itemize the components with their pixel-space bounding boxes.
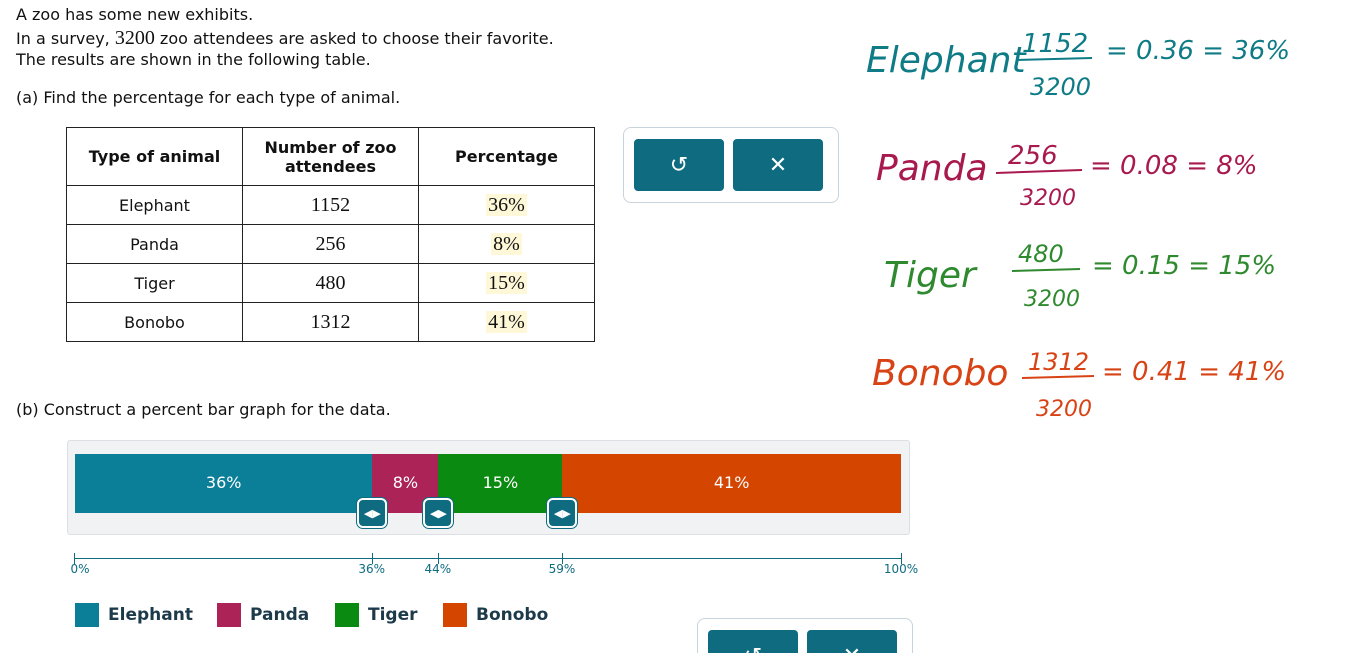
table-header-row: Type of animal Number of zoo attendees P…: [66, 127, 595, 186]
percentage-input[interactable]: 41%: [486, 310, 527, 333]
legend-item-bonobo: Bonobo: [443, 603, 548, 627]
table-row: Panda 256 8%: [66, 224, 595, 264]
problem-line-2-pre: In a survey,: [16, 29, 115, 48]
percentage-input[interactable]: 36%: [486, 193, 527, 216]
problem-line-3: The results are shown in the following t…: [16, 50, 371, 69]
legend-swatch: [335, 603, 359, 627]
problem-line-2: In a survey, 3200 zoo attendees are aske…: [16, 27, 554, 50]
axis-tick-label: 0%: [70, 562, 90, 576]
undo-icon: ↺: [744, 644, 762, 653]
hw-panda: Panda 256 3200 = 0.08 = 8%: [876, 141, 1258, 211]
hw-tiger-num: 480: [1018, 240, 1064, 268]
divider-drag-handle[interactable]: ◀▶: [547, 498, 578, 528]
header-animal: Type of animal: [66, 127, 243, 186]
percent-bar-graph: 36% 8% 15% 41% ◀▶ ◀▶ ◀▶: [67, 440, 910, 535]
cell-animal: Elephant: [66, 185, 243, 225]
cell-percentage[interactable]: 41%: [418, 302, 595, 342]
cell-percentage[interactable]: 36%: [418, 185, 595, 225]
header-percentage: Percentage: [418, 127, 595, 186]
cell-count: 256: [242, 224, 419, 264]
graph-undo-button[interactable]: ↺: [708, 630, 798, 653]
problem-line-1: A zoo has some new exhibits.: [16, 5, 254, 24]
part-a-prompt: (a) Find the percentage for each type of…: [16, 88, 401, 107]
legend-item-panda: Panda: [217, 603, 309, 627]
divider-drag-handle[interactable]: ◀▶: [357, 498, 388, 528]
part-b-prompt: (b) Construct a percent bar graph for th…: [16, 400, 391, 419]
hw-elephant-den: 3200: [1030, 73, 1091, 101]
hw-panda-den: 3200: [1020, 186, 1076, 211]
bar-segment-elephant: 36%: [75, 454, 373, 513]
legend-label: Tiger: [368, 605, 418, 625]
legend-swatch: [443, 603, 467, 627]
hw-bonobo: Bonobo 1312 3200 = 0.41 = 41%: [872, 348, 1286, 422]
legend-label: Panda: [250, 605, 310, 625]
answer-toolbox: ↺ ✕: [623, 127, 839, 203]
hw-elephant-label: Elephant: [866, 40, 1027, 81]
survey-count: 3200: [114, 27, 155, 49]
percentage-input[interactable]: 15%: [486, 271, 527, 294]
hw-bonobo-label: Bonobo: [872, 353, 1008, 394]
bar-segment-bonobo: 41%: [562, 454, 901, 513]
divider-drag-handle[interactable]: ◀▶: [423, 498, 454, 528]
zoo-table: Type of animal Number of zoo attendees P…: [66, 127, 595, 342]
legend-label: Elephant: [108, 605, 193, 625]
cell-count: 480: [242, 263, 419, 303]
legend-label: Bonobo: [476, 605, 549, 625]
legend-item-tiger: Tiger: [335, 603, 418, 627]
legend-item-elephant: Elephant: [75, 603, 193, 627]
cell-animal: Panda: [66, 224, 243, 264]
hw-bonobo-den: 3200: [1036, 397, 1092, 422]
table-row: Elephant 1152 36%: [66, 185, 595, 225]
axis-tick-label: 100%: [883, 562, 919, 576]
hw-panda-result: = 0.08 = 8%: [1090, 151, 1258, 181]
hw-tiger-label: Tiger: [884, 255, 978, 296]
undo-button[interactable]: ↺: [634, 139, 724, 191]
axis-tick-label: 59%: [548, 562, 576, 576]
hw-elephant-result: = 0.36 = 36%: [1106, 36, 1290, 66]
problem-line-2-post: zoo attendees are asked to choose their …: [154, 29, 554, 48]
hw-tiger: Tiger 480 3200 = 0.15 = 15%: [884, 240, 1276, 312]
bar-segment-tiger: 15%: [438, 454, 563, 513]
cell-count: 1312: [242, 302, 419, 342]
hw-tiger-result: = 0.15 = 15%: [1092, 251, 1276, 281]
legend-swatch: [75, 603, 99, 627]
table-row: Tiger 480 15%: [66, 263, 595, 303]
cell-percentage[interactable]: 15%: [418, 263, 595, 303]
cell-animal: Tiger: [66, 263, 243, 303]
clear-button[interactable]: ✕: [733, 139, 823, 191]
cell-count: 1152: [242, 185, 419, 225]
percent-axis: [74, 558, 901, 559]
hw-panda-label: Panda: [876, 148, 988, 189]
close-icon: ✕: [768, 152, 788, 178]
percentage-input[interactable]: 8%: [491, 232, 522, 255]
cell-percentage[interactable]: 8%: [418, 224, 595, 264]
undo-icon: ↺: [669, 152, 689, 178]
hw-bonobo-result: = 0.41 = 41%: [1102, 357, 1286, 387]
graph-toolbox: ↺ ✕: [697, 618, 913, 653]
cell-animal: Bonobo: [66, 302, 243, 342]
header-count: Number of zoo attendees: [242, 127, 419, 186]
graph-clear-button[interactable]: ✕: [807, 630, 897, 653]
hw-panda-num: 256: [1008, 141, 1058, 171]
legend-swatch: [217, 603, 241, 627]
axis-tick-label: 44%: [424, 562, 452, 576]
hw-tiger-den: 3200: [1024, 287, 1080, 312]
axis-tick-label: 36%: [358, 562, 386, 576]
hw-bonobo-num: 1312: [1028, 348, 1089, 376]
table-row: Bonobo 1312 41%: [66, 302, 595, 342]
close-icon: ✕: [843, 644, 861, 653]
hw-elephant-num: 1152: [1022, 29, 1088, 59]
hw-elephant: Elephant 1152 3200 = 0.36 = 36%: [866, 29, 1290, 101]
